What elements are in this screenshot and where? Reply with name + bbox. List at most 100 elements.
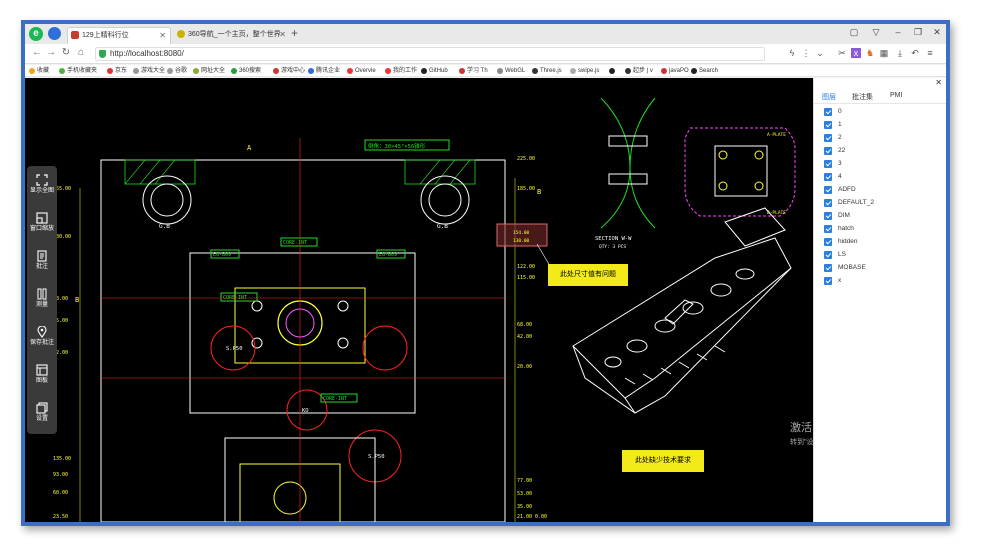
layer-checkbox[interactable] [824, 264, 832, 272]
window-zoom-icon [36, 212, 48, 224]
bookmark-item[interactable]: 手机收藏夹 [59, 66, 97, 76]
layer-item[interactable]: 2 [824, 133, 842, 145]
minimize-icon[interactable]: – [889, 27, 907, 37]
tab-title: 129上精科行位 [82, 32, 129, 39]
layer-item[interactable]: LS [824, 250, 846, 262]
skin-icon[interactable]: ▽ [867, 27, 885, 38]
layer-checkbox[interactable] [824, 147, 832, 155]
fit-view-button[interactable]: 显示全图 [27, 170, 57, 206]
restore-tabs-icon[interactable]: ▢ [845, 27, 863, 38]
annotation-button[interactable]: 批注 [27, 246, 57, 282]
measure-button[interactable]: 测量 [27, 284, 57, 320]
bookmark-item[interactable]: Search [691, 66, 718, 76]
dim-text: 20.00 [517, 364, 532, 370]
tab-close-icon[interactable]: ✕ [159, 28, 166, 43]
grid-icon[interactable]: ⋮ [801, 48, 811, 58]
bookmark-item[interactable]: 京东 [107, 66, 127, 76]
chamfer-text: 倒角：30×45°×56锥形 [368, 142, 426, 150]
cad-viewer[interactable]: G.B G.B S.P50 S.P50 KO CORE-INT CORE-INT [25, 78, 813, 522]
tab-close-icon[interactable]: ✕ [279, 27, 286, 42]
bookmark-item[interactable]: 学习 Th [459, 66, 488, 76]
dim-text: 68.00 [517, 322, 532, 328]
bookmark-item[interactable]: 腾讯企业 [308, 66, 340, 76]
tab-layers[interactable]: 图层 [822, 92, 836, 102]
bookmark-item[interactable]: swipe.js [570, 66, 599, 76]
drawing-board-button[interactable]: 图板 [27, 360, 57, 396]
bookmark-item[interactable]: Three.js [532, 66, 562, 76]
lower-core [239, 463, 341, 522]
home-icon[interactable]: ⌂ [75, 47, 87, 58]
layer-checkbox[interactable] [824, 121, 832, 129]
layer-item[interactable]: DIM [824, 211, 850, 223]
layer-item[interactable]: 4 [824, 172, 842, 184]
bookmark-item[interactable]: GitHub [421, 66, 448, 76]
tab-pmi[interactable]: PMI [890, 92, 902, 99]
bookmark-item[interactable]: 起步 | v [625, 66, 653, 76]
panel-close-icon[interactable]: ✕ [935, 78, 942, 87]
apps-icon[interactable]: ▦ [879, 48, 889, 58]
scissors-icon[interactable]: ✂ [837, 48, 847, 58]
bookmark-item[interactable]: 网址大全 [193, 66, 225, 76]
layer-item[interactable]: 22 [824, 146, 845, 158]
layer-item[interactable]: x [824, 276, 841, 288]
layer-checkbox[interactable] [824, 238, 832, 246]
layer-item[interactable]: 1 [824, 120, 842, 132]
url-input[interactable]: http://localhost:8080/ [95, 47, 765, 61]
layer-item[interactable]: hidden [824, 237, 858, 249]
forward-icon[interactable]: → [45, 47, 57, 58]
maximize-icon[interactable]: ❐ [909, 27, 927, 38]
bookmark-item[interactable]: 游戏中心 [273, 66, 305, 76]
github-icon [421, 68, 427, 74]
layer-checkbox[interactable] [824, 160, 832, 168]
layer-checkbox[interactable] [824, 225, 832, 233]
layer-checkbox[interactable] [824, 251, 832, 259]
back-icon[interactable]: ← [31, 47, 43, 58]
bookmark-item[interactable]: Overvie [347, 66, 376, 76]
tool-label: 批注 [35, 264, 48, 270]
annotation-note-tech[interactable]: 此处缺少技术要求 [622, 450, 704, 472]
close-icon[interactable]: ✕ [928, 27, 946, 38]
window-zoom-button[interactable]: 窗口缩放 [27, 208, 57, 244]
sp-circle [362, 325, 408, 371]
layer-checkbox[interactable] [824, 173, 832, 181]
layer-checkbox[interactable] [824, 108, 832, 116]
layer-item[interactable]: ADFD [824, 185, 856, 197]
annotation-note-size[interactable]: 此处尺寸值有问题 [548, 264, 628, 286]
layer-checkbox[interactable] [824, 134, 832, 142]
layer-item[interactable]: MOBASE [824, 263, 866, 275]
layer-checkbox[interactable] [824, 277, 832, 285]
game-icon[interactable]: ♞ [865, 48, 875, 58]
settings-button[interactable]: 设置 [27, 398, 57, 434]
tab-360[interactable]: 360导航_一个主页，整个世界 ✕ [174, 27, 290, 44]
plate-hole [718, 181, 728, 191]
tab-annotation-sets[interactable]: 批注集 [852, 92, 873, 102]
bookmark-item[interactable]: 我的工作 [385, 66, 417, 76]
undo-icon[interactable]: ↶ [910, 48, 920, 58]
bookmark-item[interactable]: WebGL [497, 66, 525, 76]
new-tab-icon[interactable]: + [291, 26, 298, 40]
shield-icon[interactable] [48, 27, 61, 40]
browser-logo-icon[interactable]: e [29, 27, 43, 41]
layer-item[interactable]: DEFAULT_2 [824, 198, 874, 210]
bookmark-item[interactable]: javaPO [661, 66, 689, 76]
bookmark-item[interactable]: 360搜索 [231, 66, 261, 76]
layer-checkbox[interactable] [824, 199, 832, 207]
dropdown-icon[interactable]: ⌄ [815, 48, 825, 58]
bookmark-item[interactable]: 游戏大全 [133, 66, 165, 76]
tab-current[interactable]: 129上精科行位 ✕ [67, 27, 171, 44]
layer-item[interactable]: 0 [824, 107, 842, 119]
layer-item[interactable]: 3 [824, 159, 842, 171]
bookmark-item[interactable]: 谷歌 [167, 66, 187, 76]
layer-checkbox[interactable] [824, 186, 832, 194]
layer-item[interactable]: hatch [824, 224, 854, 236]
bookmark-item[interactable]: 收藏 [29, 66, 49, 76]
menu-icon[interactable]: ≡ [925, 48, 935, 58]
layer-checkbox[interactable] [824, 212, 832, 220]
extension-icon[interactable]: x [851, 48, 861, 58]
annotation-icon [37, 250, 47, 262]
save-annotation-button[interactable]: 保存批注 [27, 322, 57, 358]
download-icon[interactable]: ⤓ [895, 48, 905, 58]
ejector-hole [337, 337, 349, 349]
lightning-icon[interactable]: ϟ [787, 48, 797, 58]
reload-icon[interactable]: ↻ [60, 47, 72, 58]
